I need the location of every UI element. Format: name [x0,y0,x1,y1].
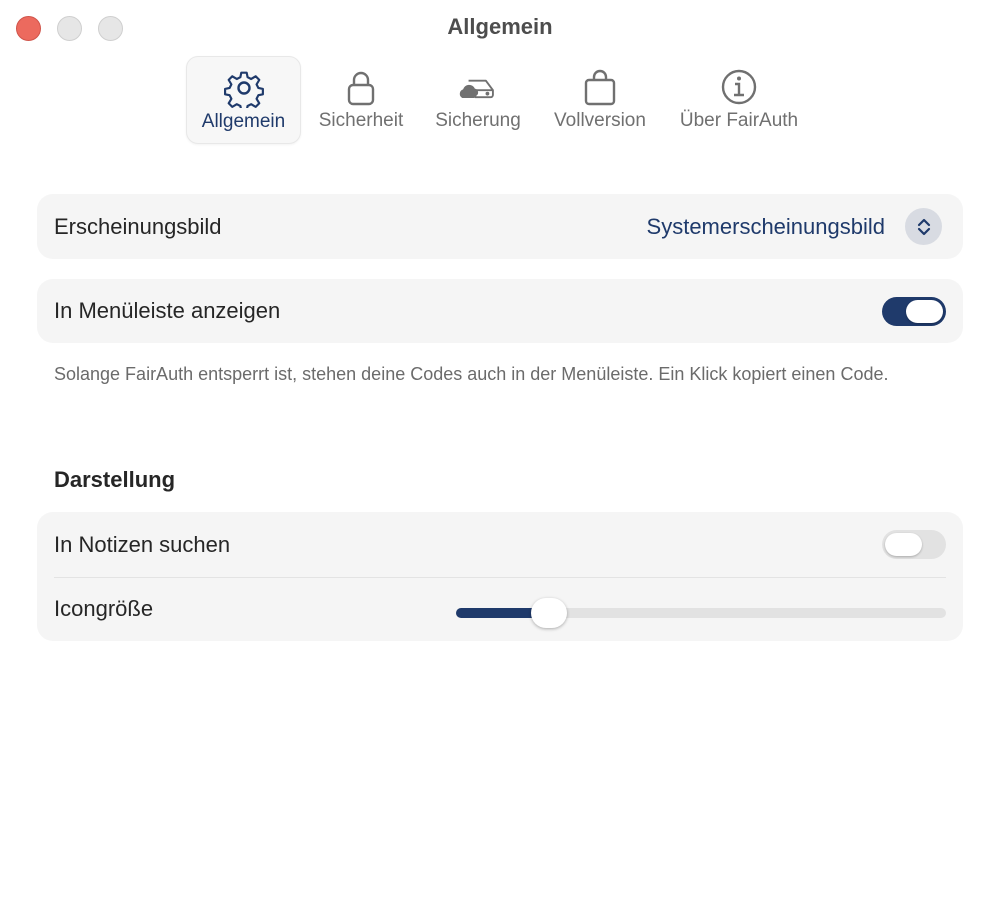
toggle-knob [906,300,943,323]
tab-label: Allgemein [201,111,286,132]
tab-label: Sicherung [435,110,521,131]
appearance-card: Erscheinungsbild Systemerscheinungsbild [37,194,963,259]
section-heading: Darstellung [54,467,176,492]
menubar-toggle[interactable] [882,297,946,326]
tab-sicherung[interactable]: Sicherung [425,56,531,144]
icon-size-row: Icongröße [37,577,963,641]
search-notes-label: In Notizen suchen [54,531,231,557]
tab-label: Vollversion [554,110,646,131]
menubar-card: In Menüleiste anzeigen [37,279,963,343]
menubar-label: In Menüleiste anzeigen [54,298,281,323]
appearance-row: Erscheinungsbild Systemerscheinungsbild [37,194,963,259]
chevron-up-down-icon [905,208,942,245]
window-title: Allgemein [447,14,553,39]
shopping-bag-icon [578,65,622,109]
icon-size-slider[interactable] [456,598,946,628]
tab-ueber-fairauth[interactable]: Über FairAuth [668,56,810,144]
menubar-row: In Menüleiste anzeigen [37,279,963,343]
toggle-knob [885,533,922,556]
tab-label: Über FairAuth [679,110,799,131]
gear-icon [222,66,266,110]
tab-label: Sicherheit [318,110,404,131]
info-icon [717,65,761,109]
cloud-drive-icon [456,65,500,109]
tab-vollversion[interactable]: Vollversion [545,56,655,144]
preferences-toolbar: Allgemein Sicherheit Sicherung Vollversi… [0,56,1000,146]
tab-sicherheit[interactable]: Sicherheit [305,56,417,144]
search-notes-row: In Notizen suchen [37,512,963,577]
appearance-value: Systemerscheinungsbild [646,213,885,239]
lock-icon [339,65,383,109]
search-notes-toggle[interactable] [882,530,946,559]
slider-thumb[interactable] [531,598,568,628]
menubar-note: Solange FairAuth entsperrt ist, stehen d… [54,364,889,384]
display-card: In Notizen suchen Icongröße [37,512,963,641]
icon-size-label: Icongröße [54,596,154,621]
tab-allgemein[interactable]: Allgemein [186,56,301,144]
appearance-label: Erscheinungsbild [54,213,222,239]
appearance-popup[interactable]: Systemerscheinungsbild [647,208,942,245]
